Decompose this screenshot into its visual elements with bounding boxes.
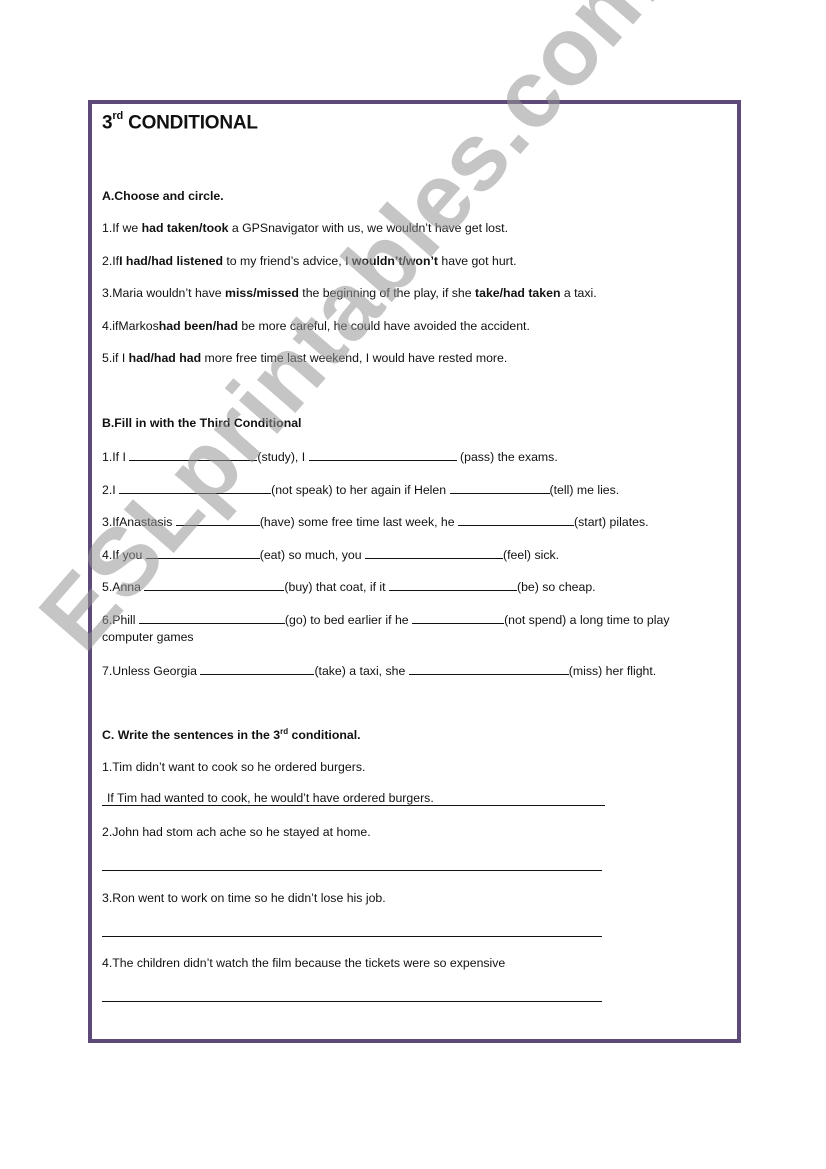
sentence-text: 1.If we [102,221,142,235]
fill-in-blank[interactable] [175,514,260,526]
sentence-text: 5.Anna [102,580,145,594]
sentence-text: 5.if I [102,351,129,365]
sentence-text: 2.I [102,483,120,497]
fill-in-blank[interactable] [458,514,575,526]
sentence-text: (buy) that coat, if it [284,580,389,594]
choice-item: 1.If we had taken/took a GPSnavigator wi… [102,221,508,235]
sentence-text: (have) some free time last week, he [259,515,459,529]
sentence-text: be more careful, he could have avoided t… [237,319,530,333]
choice-options[interactable]: I had/had listened [119,254,223,268]
fill-in-item: 4.If you (eat) so much, you (feel) sick. [102,547,559,562]
fill-in-blank[interactable] [308,449,457,461]
fill-in-item: 7.Unless Georgia (take) a taxi, she (mis… [102,663,656,678]
sentence-text: (pass) the exams. [456,450,558,464]
sentence-text: (not speak) to her again if Helen [271,483,450,497]
answer-line[interactable] [102,870,602,871]
sentence-text: (start) pilates. [574,515,649,529]
choice-options[interactable]: wouldn’t/won’t [352,254,438,268]
rewrite-prompt: 1.Tim didn’t want to cook so he ordered … [102,760,366,774]
choice-item: 2.IfI had/had listened to my friend’s ad… [102,254,517,268]
choice-options[interactable]: had taken/took [142,221,229,235]
title-superscript: rd [112,110,123,122]
sentence-text: 3.Maria wouldn’t have [102,286,226,300]
title-number: 3 [102,112,113,134]
fill-in-blank[interactable] [129,449,258,461]
choice-options[interactable]: had been/had [159,319,238,333]
section-c-heading: C. Write the sentences in the 3rd condit… [102,727,361,742]
fill-in-item: 5.Anna (buy) that coat, if it (be) so ch… [102,579,596,594]
section-a-heading: A.Choose and circle. [102,189,224,203]
fill-in-blank[interactable] [144,579,285,591]
choice-item: 5.if I had/had had more free time last w… [102,351,507,365]
fill-in-item: 6.Phill (go) to bed earlier if he (not s… [102,612,669,627]
sentence-text: have got hurt. [437,254,517,268]
sentence-text: 1.If I [102,450,130,464]
fill-in-blank[interactable] [412,612,505,624]
section-c-heading-end: conditional. [288,728,361,743]
sentence-text: the beginning of the play, if she [298,286,476,300]
rewrite-prompt: 3.Ron went to work on time so he didn’t … [102,891,386,905]
choice-options[interactable]: take/had taken [475,286,560,300]
sentence-text: 4.If you [102,548,146,562]
sentence-text: (go) to bed earlier if he [284,613,413,627]
choice-options[interactable]: miss/missed [225,286,299,300]
rewrite-prompt: 2.John had stom ach ache so he stayed at… [102,825,371,839]
fill-in-item: 1.If I (study), I (pass) the exams. [102,449,558,464]
fill-in-blank[interactable] [408,663,569,675]
fill-in-blank[interactable] [365,547,504,559]
choice-item: 3.Maria wouldn’t have miss/missed the be… [102,286,597,300]
sentence-text: (not spend) a long time to play [504,613,670,627]
section-c-heading-sup: rd [280,727,289,736]
sentence-text: more free time last weekend, I would hav… [201,351,508,365]
fill-in-blank[interactable] [200,663,315,675]
answer-line[interactable] [102,936,602,937]
sentence-text: (feel) sick. [503,548,560,562]
sentence-text: 2.If [102,254,120,268]
worksheet-frame: 3rd CONDITIONAL A.Choose and circle. 1.I… [88,100,741,1043]
sentence-text: (be) so cheap. [516,580,596,594]
sentence-text: a GPSnavigator with us, we wouldn’t have… [228,221,508,235]
section-b-heading: B.Fill in with the Third Conditional [102,416,302,430]
section-c-heading-text: C. Write the sentences in the 3 [102,728,281,743]
sentence-text: 4.ifMarkos [102,319,159,333]
sentence-text: (eat) so much, you [259,548,366,562]
fill-in-blank[interactable] [388,579,517,591]
fill-in-blank[interactable] [145,547,260,559]
sentence-text: (study), I [257,450,309,464]
rewrite-prompt: 4.The children didn’t watch the film bec… [102,956,506,970]
choice-item: 4.ifMarkoshad been/had be more careful, … [102,319,530,333]
sentence-text: (take) a taxi, she [314,664,409,678]
fill-in-blank[interactable] [138,612,285,624]
choice-options[interactable]: had/had had [129,351,201,365]
sentence-text: 3.IfAnastasis [102,515,176,529]
fill-in-item: 2.I (not speak) to her again if Helen (t… [102,482,619,497]
sentence-text: to my friend’s advice, I [222,254,352,268]
sentence-text: 7.Unless Georgia [102,664,201,678]
sentence-text: (miss) her flight. [568,664,657,678]
title-text: CONDITIONAL [122,112,258,134]
sentence-text: 6.Phill [102,613,139,627]
fill-in-blank[interactable] [449,482,550,494]
sentence-text: a taxi. [560,286,597,300]
answer-line[interactable] [102,1001,602,1002]
fill-in-blank[interactable] [119,482,272,494]
answer-example: If Tim had wanted to cook, he would’t ha… [102,791,605,806]
fill-in-item-continuation: computer games [102,630,194,644]
page-title: 3rd CONDITIONAL [102,110,258,134]
sentence-text: (tell) me lies. [549,483,620,497]
fill-in-item: 3.IfAnastasis (have) some free time last… [102,514,649,529]
